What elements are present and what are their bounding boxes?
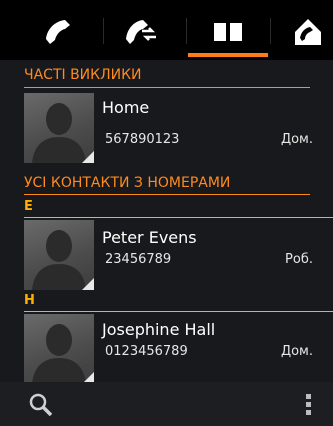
tab-transfer[interactable] — [112, 10, 172, 54]
contact-name: Josephine Hall — [102, 320, 216, 339]
tab-divider — [270, 18, 271, 44]
call-transfer-icon — [126, 20, 156, 44]
active-tab-indicator — [188, 53, 268, 57]
tab-calls[interactable] — [28, 10, 88, 54]
section-divider — [24, 194, 310, 195]
more-vertical-icon[interactable] — [301, 392, 315, 418]
letter-label: E — [24, 199, 33, 214]
letter-divider — [24, 217, 333, 218]
list-item[interactable]: Josephine Hall 0123456789 Дом. — [0, 314, 333, 384]
contact-name: Peter Evens — [102, 228, 197, 247]
tab-bar — [0, 0, 333, 60]
list-item[interactable]: Peter Evens 23456789 Роб. — [0, 220, 333, 292]
list-item[interactable]: Home 567890123 Дом. — [0, 90, 333, 168]
contact-name: Home — [102, 98, 150, 117]
person-silhouette-icon — [32, 324, 94, 384]
tab-divider — [103, 18, 104, 44]
letter-header-e: E — [0, 198, 333, 218]
person-silhouette-icon — [32, 230, 94, 290]
search-button[interactable] — [28, 392, 54, 418]
house-phone-icon — [295, 19, 321, 45]
tab-phonebook[interactable] — [198, 10, 258, 54]
phonebook-list[interactable]: ЧАСТІ ВИКЛИКИ Home 567890123 Дом. УСІ КО… — [0, 60, 333, 384]
tab-divider — [186, 18, 187, 44]
bottom-bar — [0, 382, 333, 426]
avatar — [24, 220, 94, 290]
letter-label: H — [24, 293, 35, 308]
tab-home[interactable] — [278, 10, 333, 54]
person-silhouette-icon — [32, 103, 94, 163]
contact-number: 23456789 — [105, 252, 172, 267]
contact-number: 567890123 — [105, 132, 180, 147]
avatar — [24, 93, 94, 163]
number-type: Дом. — [280, 132, 313, 147]
section-title: ЧАСТІ ВИКЛИКИ — [24, 67, 142, 83]
phonebook-icon — [214, 23, 242, 41]
letter-header-h: H — [0, 292, 333, 312]
section-divider — [24, 87, 310, 88]
letter-divider — [24, 311, 333, 312]
number-type: Роб. — [285, 252, 313, 267]
search-icon — [29, 393, 53, 417]
number-type: Дом. — [280, 344, 313, 359]
contact-number: 0123456789 — [105, 344, 188, 359]
section-header-frequent: ЧАСТІ ВИКЛИКИ — [0, 60, 333, 90]
avatar — [24, 314, 94, 384]
phone-icon — [46, 20, 70, 44]
